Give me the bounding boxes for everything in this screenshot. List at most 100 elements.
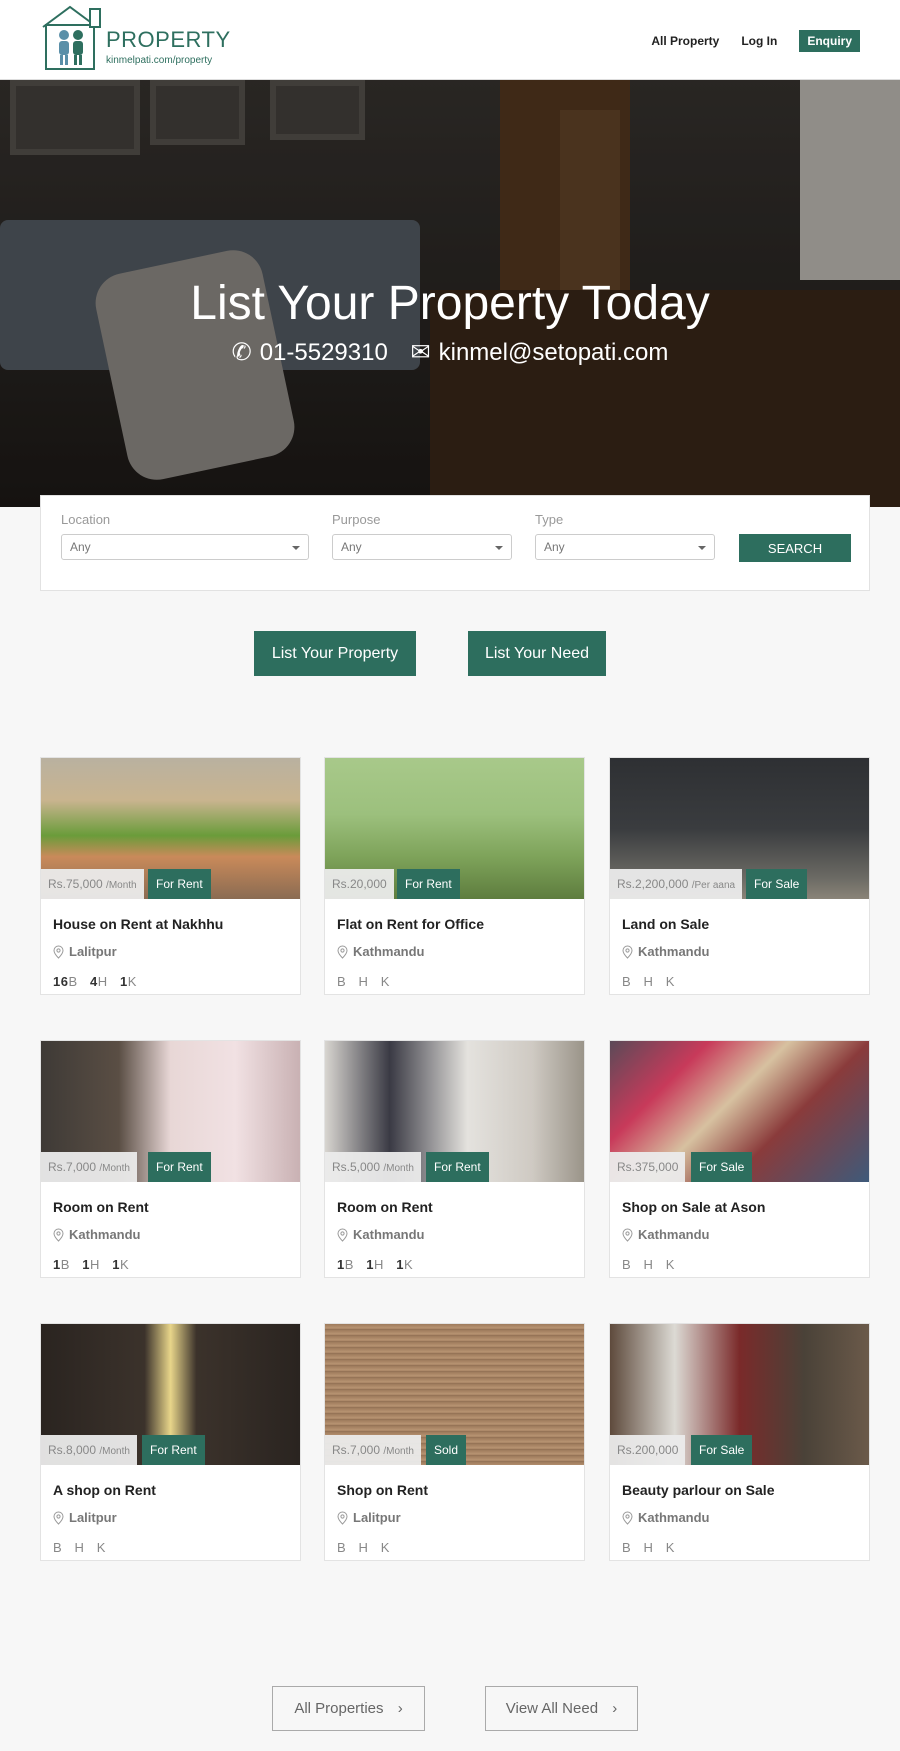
hall-letter: H xyxy=(97,974,108,989)
bedroom-letter: B xyxy=(337,974,347,989)
type-select[interactable]: Any xyxy=(535,534,715,560)
hero-contact: ✆ 01-5529310 ✉ kinmel@setopati.com xyxy=(0,338,900,367)
hall-letter: H xyxy=(373,1257,384,1272)
listing-bhk: B H K xyxy=(622,974,675,989)
listing-price: Rs.5,000 /Month xyxy=(325,1152,421,1182)
nav-enquiry-button[interactable]: Enquiry xyxy=(799,30,860,52)
listing-status-badge: For Rent xyxy=(397,869,460,899)
listing-bhk: B H K xyxy=(622,1257,675,1272)
map-pin-icon xyxy=(337,1510,348,1525)
map-pin-icon xyxy=(53,1510,64,1525)
purpose-select[interactable]: Any xyxy=(332,534,512,560)
listing-price: Rs.2,200,000 /Per aana xyxy=(610,869,743,899)
view-all-need-button[interactable]: View All Need › xyxy=(485,1686,638,1731)
kitchen-letter: K xyxy=(119,1257,130,1272)
hall-letter: H xyxy=(358,974,369,989)
listing-location-text: Kathmandu xyxy=(638,1227,710,1242)
listing-price-period: /Month xyxy=(106,880,137,891)
listing-title[interactable]: House on Rent at Nakhhu xyxy=(53,916,223,932)
listing-status-badge: For Rent xyxy=(148,1152,211,1182)
view-all-need-label: View All Need xyxy=(505,1700,599,1717)
map-pin-icon xyxy=(622,1510,633,1525)
bedroom-count: 1 xyxy=(53,1257,61,1272)
bedroom-letter: B xyxy=(53,1540,63,1555)
listing-card[interactable]: Rs.7,000 /Month Sold Shop on Rent Lalitpur B… xyxy=(324,1323,585,1561)
listing-bhk: B H K xyxy=(337,974,390,989)
listing-card[interactable]: Rs.75,000 /Month For Rent House on Rent at… xyxy=(40,757,301,995)
listing-card[interactable]: Rs.20,000 For Rent Flat on Rent for Offic… xyxy=(324,757,585,995)
hall-letter: H xyxy=(74,1540,85,1555)
hall-letter: H xyxy=(89,1257,100,1272)
listing-location: Kathmandu xyxy=(622,944,710,959)
listing-title[interactable]: Land on Sale xyxy=(622,916,709,932)
listing-price: Rs.7,000 /Month xyxy=(41,1152,137,1182)
listing-title[interactable]: Room on Rent xyxy=(337,1199,433,1215)
kitchen-count: 1 xyxy=(396,1257,404,1272)
listing-price-amount: Rs.200,000 xyxy=(617,1443,679,1457)
site-logo[interactable]: PROPERTY kinmelpati.com/property xyxy=(40,5,230,73)
listing-title[interactable]: Shop on Rent xyxy=(337,1482,428,1498)
nav-login-link[interactable]: Log In xyxy=(741,34,777,48)
listing-card[interactable]: Rs.375,000 For Sale Shop on Sale at Ason K… xyxy=(609,1040,870,1278)
bedroom-letter: B xyxy=(622,1540,632,1555)
search-button[interactable]: SEARCH xyxy=(739,534,851,562)
listing-title[interactable]: A shop on Rent xyxy=(53,1482,156,1498)
listing-title[interactable]: Beauty parlour on Sale xyxy=(622,1482,774,1498)
location-label: Location xyxy=(61,512,111,527)
listing-title[interactable]: Room on Rent xyxy=(53,1199,149,1215)
listing-bhk: B H K xyxy=(53,1540,106,1555)
listing-card[interactable]: Rs.200,000 For Sale Beauty parlour on Sal… xyxy=(609,1323,870,1561)
map-pin-icon xyxy=(622,944,633,959)
listing-price-amount: Rs.75,000 xyxy=(48,877,103,891)
listing-location-text: Kathmandu xyxy=(638,1510,710,1525)
listing-card[interactable]: Rs.2,200,000 /Per aana For Sale Land on Sa… xyxy=(609,757,870,995)
listing-card[interactable]: Rs.7,000 /Month For Rent Room on Rent Kathm… xyxy=(40,1040,301,1278)
all-properties-label: All Properties xyxy=(294,1700,384,1717)
hall-letter: H xyxy=(643,1257,654,1272)
kitchen-letter: K xyxy=(96,1540,106,1555)
listing-title[interactable]: Shop on Sale at Ason xyxy=(622,1199,765,1215)
kitchen-letter: K xyxy=(380,1540,390,1555)
listing-location: Kathmandu xyxy=(337,944,425,959)
bedroom-count: 1 xyxy=(337,1257,345,1272)
list-your-property-button[interactable]: List Your Property xyxy=(254,631,416,676)
listing-location: Kathmandu xyxy=(622,1510,710,1525)
listing-title[interactable]: Flat on Rent for Office xyxy=(337,916,484,932)
listing-card[interactable]: Rs.8,000 /Month For Rent A shop on Rent Lal… xyxy=(40,1323,301,1561)
hero-banner: List Your Property Today ✆ 01-5529310 ✉ ki… xyxy=(0,80,900,507)
bedroom-letter: B xyxy=(622,1257,632,1272)
listing-location-text: Kathmandu xyxy=(69,1227,141,1242)
location-select[interactable]: Any xyxy=(61,534,309,560)
map-pin-icon xyxy=(337,1227,348,1242)
bedroom-letter: B xyxy=(622,974,632,989)
kitchen-count: 1 xyxy=(112,1257,120,1272)
listing-price-amount: Rs.7,000 xyxy=(48,1160,97,1174)
listing-bhk: 1B 1H 1K xyxy=(337,1257,413,1272)
map-pin-icon xyxy=(53,1227,64,1242)
kitchen-count: 1 xyxy=(119,974,128,989)
listing-price-amount: Rs.5,000 xyxy=(332,1160,381,1174)
nav-all-property-link[interactable]: All Property xyxy=(651,34,719,48)
listing-status-badge: For Rent xyxy=(142,1435,205,1465)
map-pin-icon xyxy=(622,1227,633,1242)
kitchen-letter: K xyxy=(403,1257,414,1272)
all-properties-button[interactable]: All Properties › xyxy=(272,1686,425,1731)
main-nav: All Property Log In Enquiry xyxy=(651,30,860,52)
listing-price: Rs.20,000 xyxy=(325,869,394,899)
list-your-need-button[interactable]: List Your Need xyxy=(468,631,606,676)
chevron-down-icon xyxy=(495,546,503,550)
mail-icon: ✉ xyxy=(410,339,431,366)
hall-count: 4 xyxy=(89,974,98,989)
hero-email[interactable]: kinmel@setopati.com xyxy=(439,339,669,366)
listing-location: Kathmandu xyxy=(337,1227,425,1242)
listing-price: Rs.8,000 /Month xyxy=(41,1435,137,1465)
chevron-down-icon xyxy=(698,546,706,550)
hall-count: 1 xyxy=(82,1257,90,1272)
listing-status-badge: For Sale xyxy=(691,1152,753,1182)
listing-card[interactable]: Rs.5,000 /Month For Rent Room on Rent Kathm… xyxy=(324,1040,585,1278)
listing-bhk: 16B 4H 1K xyxy=(53,974,137,989)
listing-location: Lalitpur xyxy=(53,944,117,959)
listing-location: Kathmandu xyxy=(622,1227,710,1242)
type-label: Type xyxy=(535,512,564,527)
hall-letter: H xyxy=(643,1540,654,1555)
